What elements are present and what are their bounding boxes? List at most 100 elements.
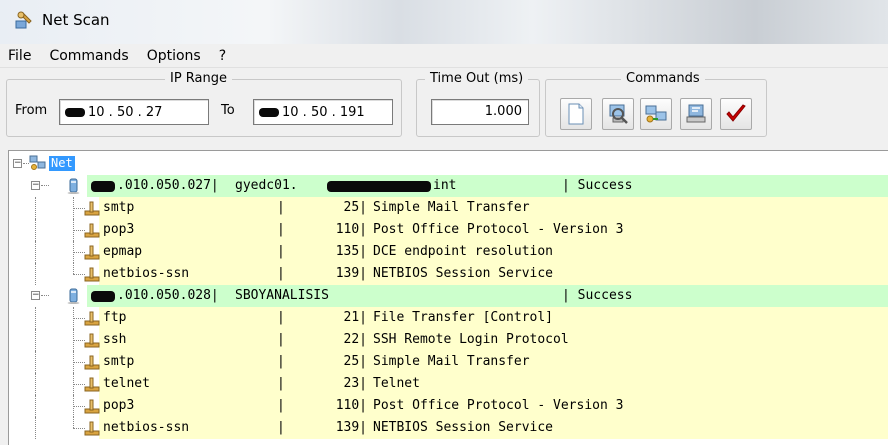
column-separator: |: [277, 354, 285, 369]
collapse-icon[interactable]: −: [13, 159, 22, 168]
service-row-highlight: [99, 373, 888, 395]
tree-connector: [35, 395, 36, 417]
to-ip-field[interactable]: 10 . 50 . 191: [253, 99, 393, 125]
to-ip-value: 10 . 50 . 191: [282, 104, 365, 120]
tree-connector: [35, 373, 36, 395]
computer-scan-button[interactable]: [680, 98, 712, 130]
service-row[interactable]: pop3 | 110| Post Office Protocol - Version …: [9, 219, 888, 241]
host-ip: .010.050.028|: [117, 288, 219, 303]
service-row[interactable]: ftp | 21| File Transfer [Control]: [9, 307, 888, 329]
from-label: From: [15, 103, 48, 118]
from-ip-field[interactable]: 10 . 50 . 27: [59, 99, 209, 125]
ip-range-group: IP Range From 10 . 50 . 27 To 10 . 50 . …: [6, 71, 402, 137]
timeout-legend: Time Out (ms): [425, 71, 529, 86]
commands-legend: Commands: [621, 71, 705, 86]
service-row[interactable]: telnet | 23| Telnet: [9, 373, 888, 395]
column-separator: |: [277, 310, 285, 325]
wrench-net-icon: [15, 11, 32, 29]
service-description: Post Office Protocol - Version 3: [373, 222, 624, 237]
collapse-icon[interactable]: −: [31, 291, 40, 300]
service-port: 139|: [335, 420, 367, 435]
service-row[interactable]: netbios-ssn | 139| NETBIOS Session Service: [9, 263, 888, 285]
tree-connector: [35, 197, 36, 219]
service-row[interactable]: smtp | 25| Simple Mail Transfer: [9, 351, 888, 373]
redacted-domain: [327, 181, 431, 192]
redacted-ip-prefix: [91, 181, 115, 192]
to-label: To: [221, 103, 235, 118]
host-row[interactable]: − .010.050.027| gyedc01. int | Success: [9, 175, 888, 197]
service-description: File Transfer [Control]: [373, 310, 554, 325]
host-name: gyedc01.: [235, 178, 298, 193]
timeout-field[interactable]: 1.000: [431, 99, 529, 125]
service-port-icon: [84, 223, 100, 238]
menu-options[interactable]: Options: [145, 48, 203, 64]
redacted-ip-prefix: [91, 291, 115, 302]
collapse-icon[interactable]: −: [31, 181, 40, 190]
column-separator: |: [277, 222, 285, 237]
service-description: NETBIOS Session Service: [373, 420, 554, 435]
service-port-icon: [84, 201, 100, 216]
computer-icon: [67, 178, 80, 194]
host-row[interactable]: − .010.050.028| SBOYANALISIS | Success: [9, 285, 888, 307]
service-description: SSH Remote Login Protocol: [373, 332, 569, 347]
network-icon: [645, 105, 667, 123]
computer-scan-icon: [686, 104, 706, 123]
tree-connector: [73, 417, 74, 428]
start-scan-button[interactable]: [720, 98, 752, 130]
host-name: SBOYANALISIS: [235, 288, 329, 303]
tree-root[interactable]: − Net: [9, 153, 888, 175]
host-domain-suffix: int: [433, 178, 457, 193]
column-separator: |: [277, 398, 285, 413]
column-separator: |: [277, 376, 285, 391]
service-description: Post Office Protocol - Version 3: [373, 398, 624, 413]
service-description: NETBIOS Session Service: [373, 266, 554, 281]
service-name: pop3: [103, 222, 135, 237]
service-row[interactable]: epmap | 135| DCE endpoint resolution: [9, 241, 888, 263]
menu-commands[interactable]: Commands: [47, 48, 130, 64]
commands-group: Commands: [545, 71, 767, 137]
host-ip: .010.050.027|: [117, 178, 219, 193]
service-port-icon: [84, 333, 100, 348]
tree-connector: [73, 263, 74, 274]
window-title: Net Scan: [42, 11, 110, 29]
network-button[interactable]: [640, 98, 672, 130]
tree-connector: [41, 185, 49, 186]
column-separator: |: [277, 244, 285, 259]
service-row[interactable]: pop3 | 110| Post Office Protocol - Version …: [9, 395, 888, 417]
ip-range-legend: IP Range: [165, 71, 233, 86]
tree-connector: [35, 329, 36, 351]
host-status: | Success: [562, 178, 633, 193]
timeout-group: Time Out (ms) 1.000: [416, 71, 540, 137]
menu-help[interactable]: ?: [217, 48, 228, 64]
service-row[interactable]: smtp | 25| Simple Mail Transfer: [9, 197, 888, 219]
service-description: Simple Mail Transfer: [373, 200, 530, 215]
service-port: 25|: [343, 200, 367, 215]
service-row[interactable]: netbios-ssn | 139| NETBIOS Session Service: [9, 417, 888, 439]
service-description: Simple Mail Transfer: [373, 354, 530, 369]
service-name: ssh: [103, 332, 127, 347]
service-port: 110|: [335, 222, 367, 237]
service-row[interactable]: ssh | 22| SSH Remote Login Protocol: [9, 329, 888, 351]
tree-connector: [35, 351, 36, 373]
new-document-icon: [568, 103, 584, 125]
host-status: | Success: [562, 288, 633, 303]
tree-root-label[interactable]: Net: [49, 156, 75, 171]
new-button[interactable]: [560, 98, 592, 130]
service-port: 21|: [343, 310, 367, 325]
service-port-icon: [84, 267, 100, 282]
results-tree[interactable]: − Net − .010.050.027| gyedc01. int | Success…: [8, 150, 888, 445]
service-description: DCE endpoint resolution: [373, 244, 554, 259]
service-name: smtp: [103, 200, 135, 215]
toolbar: IP Range From 10 . 50 . 27 To 10 . 50 . …: [0, 68, 888, 148]
service-port: 23|: [343, 376, 367, 391]
service-description: Telnet: [373, 376, 420, 391]
service-port: 139|: [335, 266, 367, 281]
search-computer-icon: [609, 104, 628, 124]
service-port-icon: [84, 421, 100, 436]
search-computer-button[interactable]: [602, 98, 634, 130]
tree-connector: [35, 241, 36, 263]
service-name: epmap: [103, 244, 143, 259]
service-port-icon: [84, 311, 100, 326]
menu-file[interactable]: File: [6, 48, 33, 64]
tree-connector: [35, 263, 36, 285]
